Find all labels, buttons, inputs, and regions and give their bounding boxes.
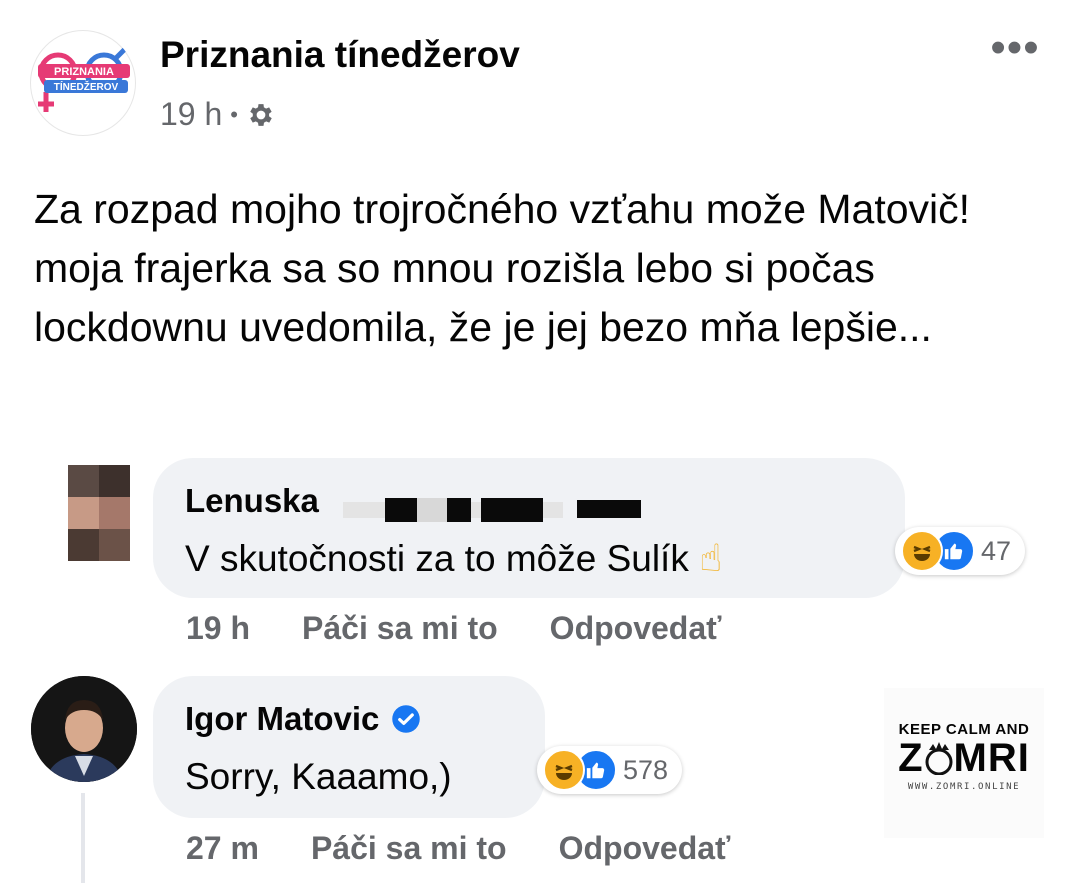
haha-reaction-icon (901, 530, 943, 572)
page-logo: PRIZNANIA TÍNEDŽEROV (31, 31, 135, 135)
comment-actions-1: 19 h Páči sa mi to Odpovedať (186, 610, 721, 647)
reply-thread-line (81, 793, 85, 883)
post-time[interactable]: 19 h (160, 96, 222, 133)
watermark-main: Z MRI (884, 738, 1044, 782)
crown-icon (924, 741, 954, 782)
comment-text-1: V skutočnosti za to môže Sulík ☝ (185, 536, 722, 581)
name-redaction (417, 498, 447, 522)
watermark-main-left: Z (898, 736, 924, 780)
logo-line2: TÍNEDŽEROV (54, 80, 119, 93)
comment-time-1[interactable]: 19 h (186, 610, 250, 647)
like-comment-button[interactable]: Páči sa mi to (302, 610, 498, 647)
reaction-count-1: 47 (981, 535, 1012, 566)
reaction-summary-1[interactable]: 47 (895, 527, 1026, 575)
more-dots-icon[interactable]: ••• (986, 26, 1044, 70)
comment-bubble-1: Lenuska V skutočnosti za to môže Sulík ☝ (153, 458, 905, 598)
comment-bubble-2: Igor Matovic Sorry, Kaaamo,) (153, 676, 545, 818)
post-meta: 19 h • (160, 96, 276, 133)
page-name[interactable]: Priznania tínedžerov (160, 34, 520, 76)
pointing-up-emoji-icon: ☝ (699, 538, 723, 580)
logo-line1: PRIZNANIA (54, 66, 114, 78)
comment-actions-2: 27 m Páči sa mi to Odpovedať (186, 830, 730, 867)
reaction-summary-2[interactable]: 578 (537, 746, 683, 794)
verified-badge-icon (391, 704, 421, 734)
comment-time-2[interactable]: 27 m (186, 830, 259, 867)
comment-text-2: Sorry, Kaaamo,) (185, 756, 452, 797)
watermark-main-right: MRI (953, 736, 1030, 780)
name-redaction (481, 498, 543, 522)
haha-reaction-icon (543, 749, 585, 791)
meta-separator: • (230, 101, 238, 127)
gear-icon[interactable] (246, 100, 276, 130)
reaction-count-2: 578 (623, 754, 669, 785)
watermark: KEEP CALM AND Z MRI WWW.ZOMRI.ONLINE (884, 688, 1044, 838)
comment-author-1[interactable]: Lenuska (185, 482, 319, 520)
reply-comment-button[interactable]: Odpovedať (559, 830, 731, 867)
watermark-url: WWW.ZOMRI.ONLINE (907, 782, 1021, 792)
comment-author-name[interactable]: Igor Matovic (185, 700, 379, 738)
reply-comment-button[interactable]: Odpovedať (550, 610, 722, 647)
post-text: Za rozpad mojho trojročného vzťahu može … (34, 186, 971, 350)
commenter-avatar-1[interactable] (34, 465, 134, 565)
page-avatar[interactable]: PRIZNANIA TÍNEDŽEROV (30, 30, 136, 136)
like-comment-button[interactable]: Páči sa mi to (311, 830, 507, 867)
name-redaction (577, 500, 641, 518)
commenter-avatar-2[interactable] (31, 676, 137, 782)
comment-author-2[interactable]: Igor Matovic (185, 700, 421, 738)
comment-text-content: V skutočnosti za to môže Sulík (185, 538, 689, 579)
